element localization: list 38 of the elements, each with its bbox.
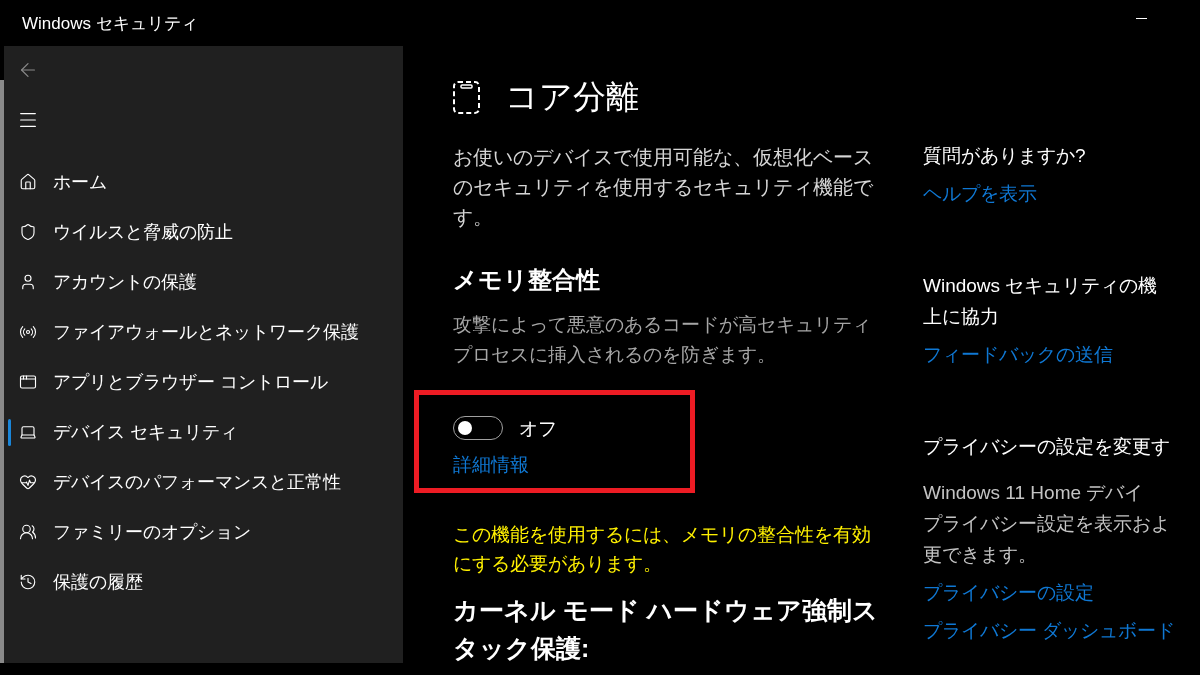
page-description: お使いのデバイスで使用可能な、仮想化ベースのセキュリティを使用するセキュリティ機能です。 xyxy=(453,145,874,230)
panel-heading: プライバシーの設定を変更す xyxy=(923,435,1171,459)
nav-item[interactable]: ホーム xyxy=(4,157,403,207)
panel-link[interactable]: ヘルプを表示 xyxy=(923,179,1037,209)
person-icon xyxy=(19,273,37,291)
warning-text: この機能を使用するには、メモリの整合性を有効にする必要があります。 xyxy=(453,523,872,576)
panel-link[interactable]: フィードバックの送信 xyxy=(923,340,1113,370)
antenna-icon xyxy=(19,323,37,341)
section-heading: メモリ整合性 xyxy=(453,265,601,295)
nav-item[interactable]: ウイルスと脅威の防止 xyxy=(4,207,403,257)
panel-heading: 質問がありますか? xyxy=(923,144,1087,168)
nav-item[interactable]: デバイス セキュリティ xyxy=(4,407,403,457)
shield-icon xyxy=(19,223,37,241)
details-link[interactable]: 詳細情報 xyxy=(453,450,529,480)
history-icon xyxy=(19,573,37,591)
dashed-frame-icon xyxy=(453,80,480,114)
panel-text: Windows 11 Home デバイ プライバシー設定を表示およ 更できます。 xyxy=(923,481,1171,567)
heart-pulse-icon xyxy=(19,473,37,491)
window-title: Windows セキュリティ xyxy=(22,14,198,32)
minimize-icon xyxy=(1135,17,1147,19)
laptop-icon xyxy=(19,423,37,441)
toggle-switch[interactable] xyxy=(453,416,503,440)
section-heading: カーネル モード ハードウェア強制スタック保護: xyxy=(453,595,879,664)
page-title: コア分離 xyxy=(505,77,639,117)
panel-link[interactable]: プライバシーの設定 xyxy=(923,578,1094,608)
panel-link[interactable]: プライバシー ダッシュボード xyxy=(923,616,1176,646)
nav-item[interactable]: ファイアウォールとネットワーク保護 xyxy=(4,307,403,357)
nav-item[interactable]: アプリとブラウザー コントロール xyxy=(4,357,403,407)
people-icon xyxy=(19,523,37,541)
toggle-state-label: オフ xyxy=(519,418,557,438)
nav-item[interactable]: デバイスのパフォーマンスと正常性 xyxy=(4,457,403,507)
browser-window-icon xyxy=(19,373,37,391)
nav-item[interactable]: アカウントの保護 xyxy=(4,257,403,307)
section-description: 攻撃によって悪意のあるコードが高セキュリティプロセスに挿入されるのを防ぎます。 xyxy=(453,313,872,367)
nav-item[interactable]: ファミリーのオプション xyxy=(4,507,403,557)
nav-item[interactable]: 保護の履歴 xyxy=(4,557,403,607)
panel-heading: Windows セキュリティの機 上に協力 xyxy=(923,274,1159,329)
home-icon xyxy=(19,173,37,191)
